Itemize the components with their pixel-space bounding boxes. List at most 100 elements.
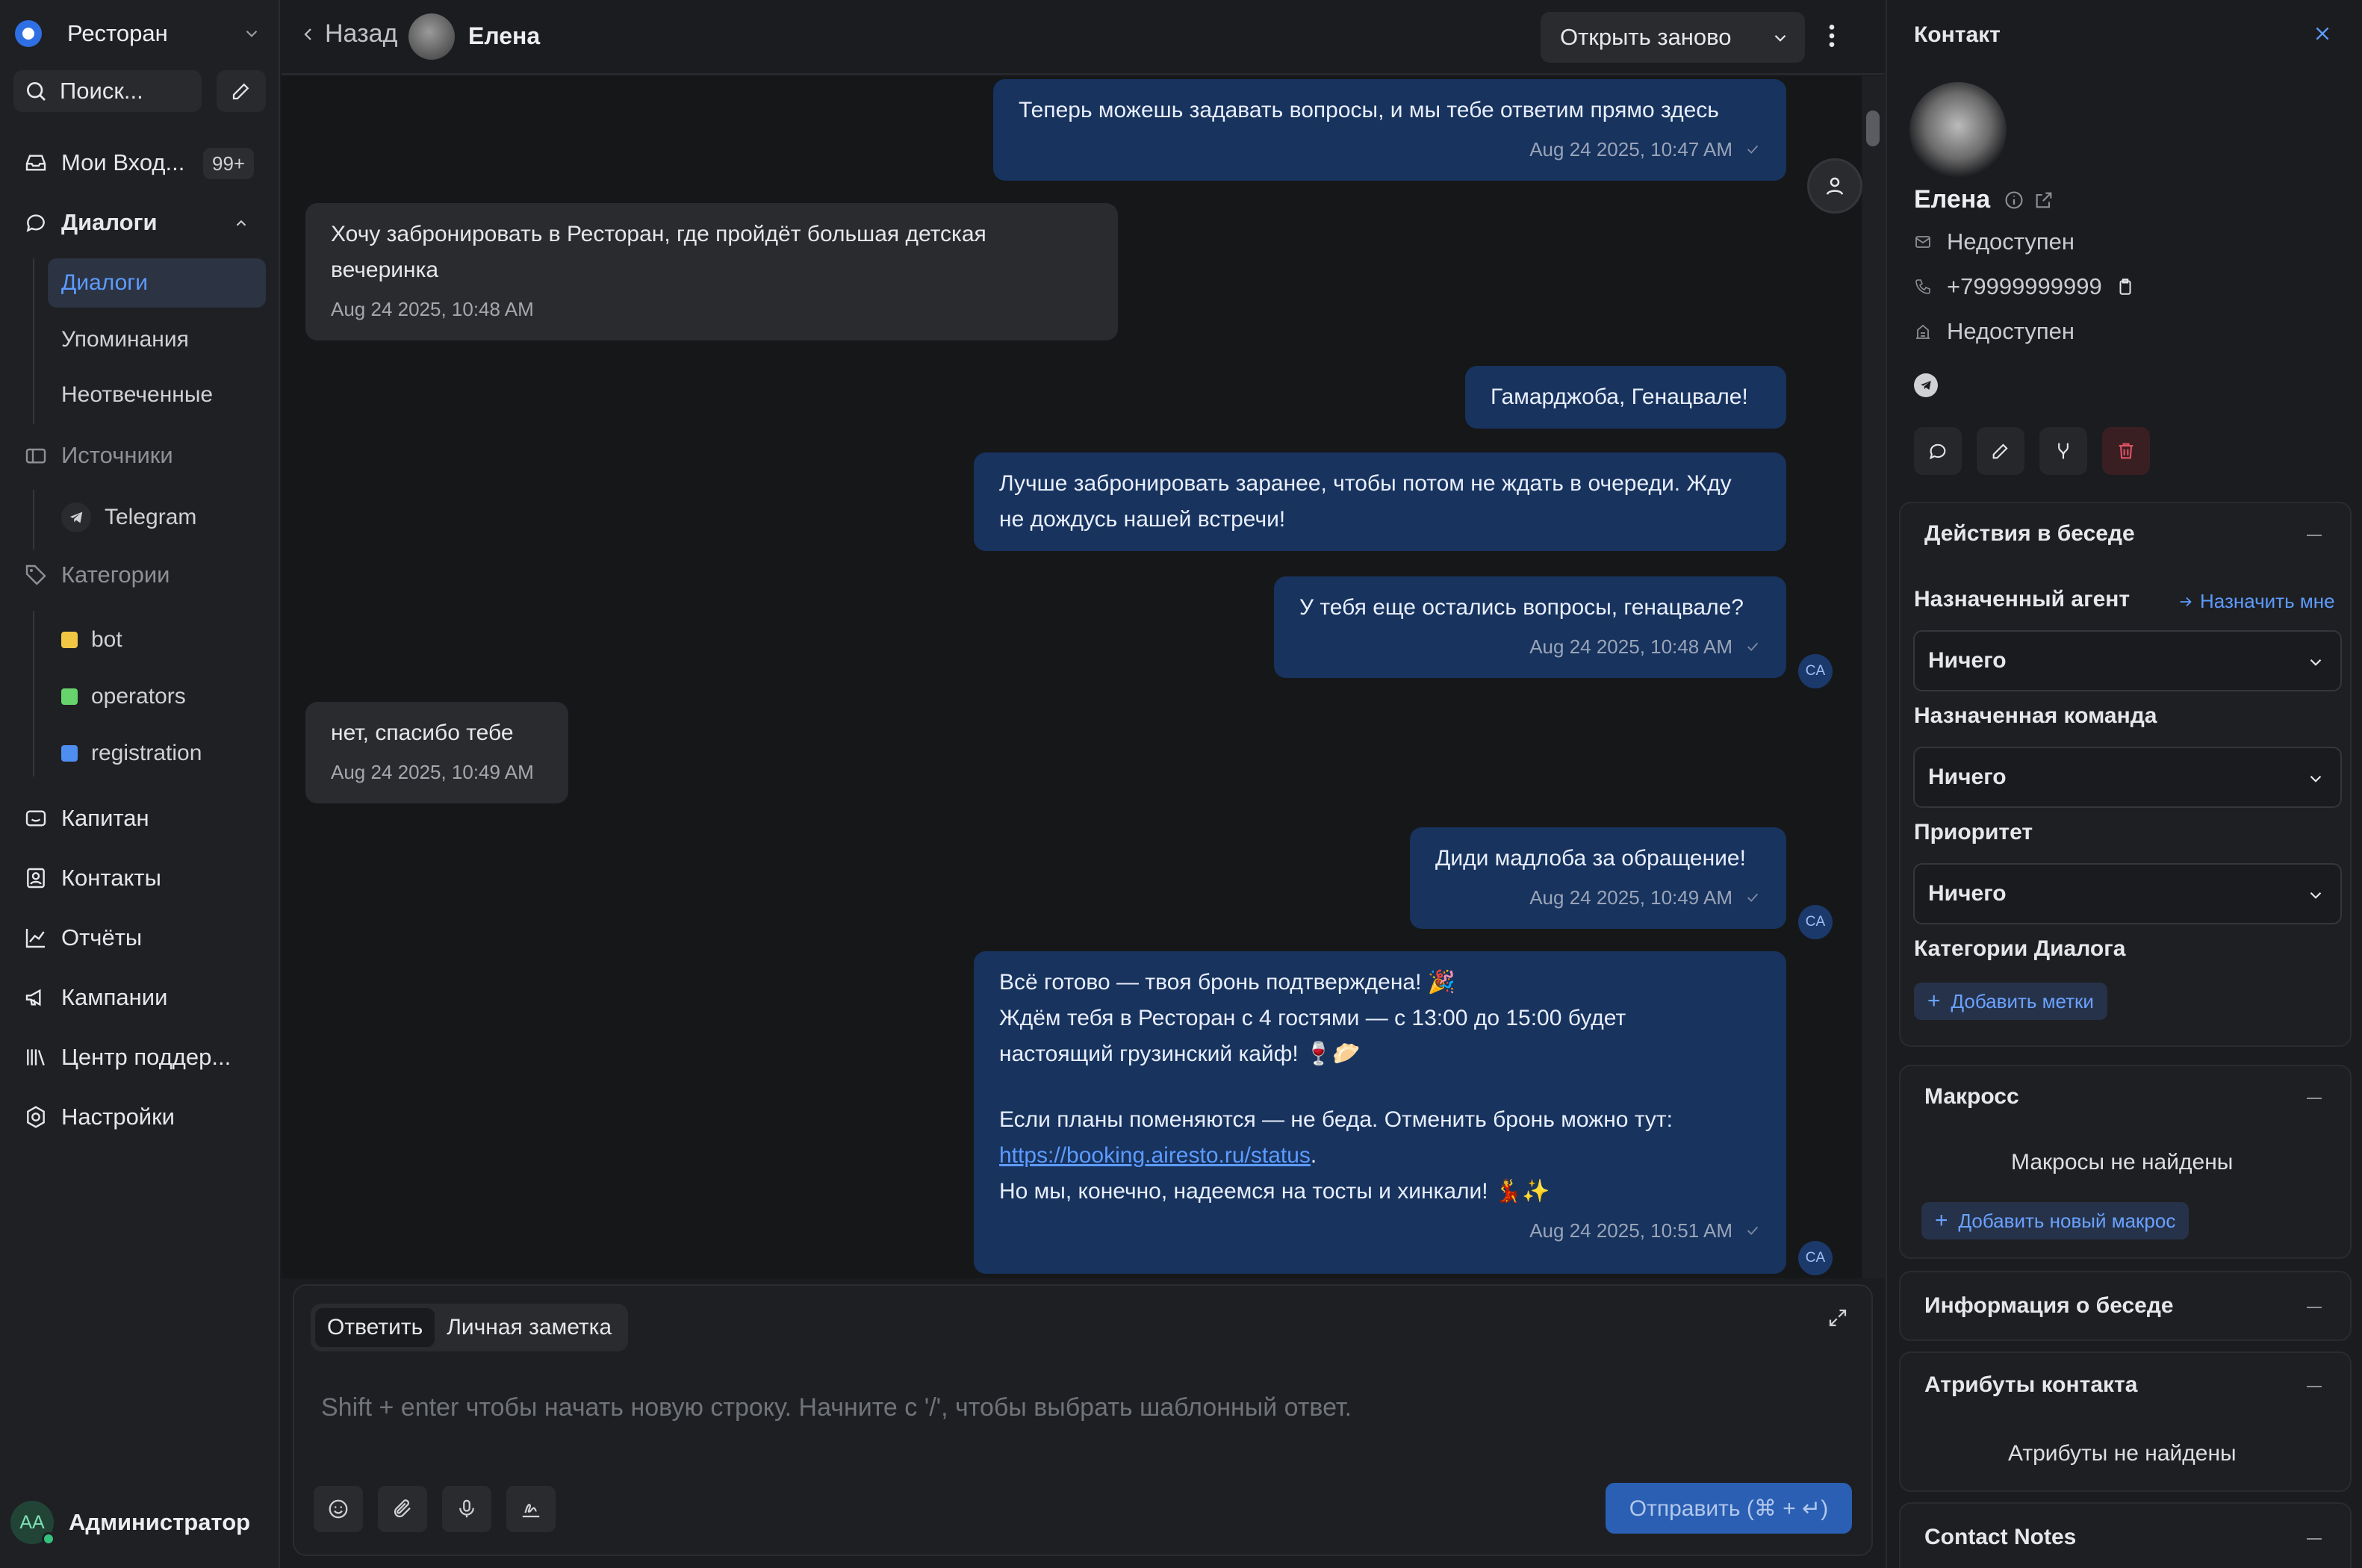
chat-bubble-icon <box>22 209 49 236</box>
category-color-dot <box>61 688 78 705</box>
chevron-down-icon <box>2306 653 2325 672</box>
voice-button[interactable] <box>442 1486 491 1532</box>
nav-contacts[interactable]: Контакты <box>22 856 161 900</box>
chevron-down-icon[interactable] <box>1771 28 1790 48</box>
inbox-count-badge: 99+ <box>203 148 255 179</box>
check-icon <box>1744 141 1761 158</box>
nav-settings[interactable]: Настройки <box>22 1095 175 1139</box>
nav-captain[interactable]: Капитан <box>22 796 149 841</box>
emoji-button[interactable] <box>314 1486 363 1532</box>
section-title[interactable]: Макросс <box>1924 1084 2019 1110</box>
building-icon <box>1914 323 1932 340</box>
send-button[interactable]: Отправить (⌘ + ↵) <box>1606 1483 1852 1534</box>
sub-item-mentions[interactable]: Упоминания <box>61 315 189 364</box>
nav-sources-label: Источники <box>61 442 173 468</box>
contact-phone: +79999999999 <box>1947 273 2102 299</box>
avatar-initials: AA <box>19 1511 45 1533</box>
search-input[interactable]: Поиск... <box>13 70 202 112</box>
merge-contact-button[interactable] <box>2039 427 2087 475</box>
message-incoming: нет, спасибо тебе Aug 24 2025, 10:49 AM <box>305 702 568 803</box>
section-title[interactable]: Действия в беседе <box>1924 521 2135 547</box>
conversation-info-section[interactable]: Информация о беседе <box>1899 1271 2352 1341</box>
agent-avatar-button[interactable] <box>1807 158 1862 214</box>
contact-card-icon <box>22 865 49 892</box>
chevron-up-icon[interactable] <box>233 215 249 231</box>
collapse-icon[interactable] <box>2307 1386 2322 1387</box>
add-macro-label: Добавить новый макрос <box>1958 1209 2176 1232</box>
social-telegram[interactable] <box>1914 373 1938 397</box>
add-labels-button[interactable]: + Добавить метки <box>1914 983 2107 1020</box>
reopen-label: Открыть заново <box>1560 24 1732 50</box>
signature-button[interactable] <box>506 1486 556 1532</box>
collapse-icon[interactable] <box>2307 1538 2322 1540</box>
message-input[interactable]: Shift + enter чтобы начать новую строку.… <box>321 1393 1352 1422</box>
scrollbar-thumb[interactable] <box>1866 111 1880 146</box>
section-title[interactable]: Атрибуты контакта <box>1924 1372 2137 1398</box>
scrollbar-track[interactable] <box>1862 76 1885 1278</box>
current-user[interactable]: AA Администратор <box>10 1496 250 1549</box>
tab-reply[interactable]: Ответить <box>315 1308 435 1347</box>
category-operators[interactable]: operators <box>61 672 186 721</box>
priority-select[interactable]: Ничего <box>1913 863 2342 924</box>
source-telegram[interactable]: Telegram <box>61 493 196 542</box>
assigned-team-select[interactable]: Ничего <box>1913 747 2342 808</box>
pencil-icon <box>230 80 252 102</box>
nav-help-center[interactable]: Центр поддер... <box>22 1035 231 1080</box>
copy-icon[interactable] <box>2116 277 2135 296</box>
back-button[interactable]: Назад <box>299 19 397 49</box>
contact-name[interactable]: Елена <box>468 22 540 50</box>
attach-button[interactable] <box>378 1486 427 1532</box>
select-value: Ничего <box>1928 881 2007 906</box>
inbox-icon <box>22 149 49 176</box>
external-link-icon[interactable] <box>2033 190 2054 211</box>
more-options-icon[interactable] <box>1827 21 1836 51</box>
collapse-icon[interactable] <box>2307 1098 2322 1099</box>
pencil-icon <box>1990 441 2011 461</box>
contact-notes-section[interactable]: Contact Notes <box>1899 1502 2352 1568</box>
nav-campaigns[interactable]: Кампании <box>22 975 167 1020</box>
tab-private-note[interactable]: Личная заметка <box>435 1308 624 1347</box>
telegram-icon <box>1914 373 1938 397</box>
nav-reports-label: Отчёты <box>61 924 143 951</box>
sidebar: Ресторан Поиск... Мои Вход... 99+ Диалог… <box>0 0 280 1568</box>
category-bot[interactable]: bot <box>61 615 122 665</box>
close-icon[interactable] <box>2313 24 2332 43</box>
message-outgoing: Диди мадлоба за обращение! Aug 24 2025, … <box>1410 827 1786 929</box>
nav-inbox[interactable]: Мои Вход... <box>22 140 184 185</box>
message-outgoing: Лучше забронировать заранее, чтобы потом… <box>974 452 1786 551</box>
collapse-icon[interactable] <box>2307 1307 2322 1308</box>
collapse-icon[interactable] <box>2307 535 2322 536</box>
macros-empty-text: Макросы не найдены <box>2011 1150 2234 1175</box>
contact-name-row: Елена <box>1914 185 2054 214</box>
delete-contact-button[interactable] <box>2102 427 2150 475</box>
sub-item-label: Диалоги <box>61 270 148 295</box>
info-icon[interactable] <box>2004 190 2024 211</box>
assigned-agent-select[interactable]: Ничего <box>1913 630 2342 691</box>
category-registration[interactable]: registration <box>61 729 202 778</box>
expand-icon[interactable] <box>1827 1307 1849 1329</box>
add-macro-button[interactable]: + Добавить новый макрос <box>1921 1202 2189 1239</box>
message-outgoing: Всё готово — твоя бронь подтверждена! 🎉 … <box>974 951 1786 1274</box>
edit-contact-button[interactable] <box>1977 427 2024 475</box>
nav-categories[interactable]: Категории <box>22 553 170 597</box>
user-name: Администратор <box>69 1509 251 1535</box>
library-icon <box>22 1044 49 1071</box>
assign-to-me-link[interactable]: Назначить мне <box>2178 590 2335 613</box>
reopen-button[interactable]: Открыть заново <box>1541 12 1805 63</box>
sub-item-unattended[interactable]: Неотвеченные <box>61 370 213 420</box>
phone-icon <box>1914 278 1932 296</box>
select-value: Ничего <box>1928 765 2007 789</box>
booking-link[interactable]: https://booking.airesto.ru/status <box>999 1143 1311 1168</box>
chart-line-icon <box>22 924 49 951</box>
nav-conversations[interactable]: Диалоги <box>22 200 158 245</box>
sub-item-conversations[interactable]: Диалоги <box>48 258 266 308</box>
message-time: Aug 24 2025, 10:48 AM <box>1529 635 1732 658</box>
nav-reports[interactable]: Отчёты <box>22 915 142 960</box>
search-placeholder: Поиск... <box>60 78 143 104</box>
contact-panel: Контакт Елена Недоступен +79999999999 Не… <box>1886 0 2362 1568</box>
workspace-switcher[interactable]: Ресторан <box>15 13 261 54</box>
compose-button[interactable] <box>217 70 266 112</box>
contact-company-row: Недоступен <box>1914 318 2074 345</box>
new-message-button[interactable] <box>1914 427 1962 475</box>
nav-sources[interactable]: Источники <box>22 433 173 478</box>
